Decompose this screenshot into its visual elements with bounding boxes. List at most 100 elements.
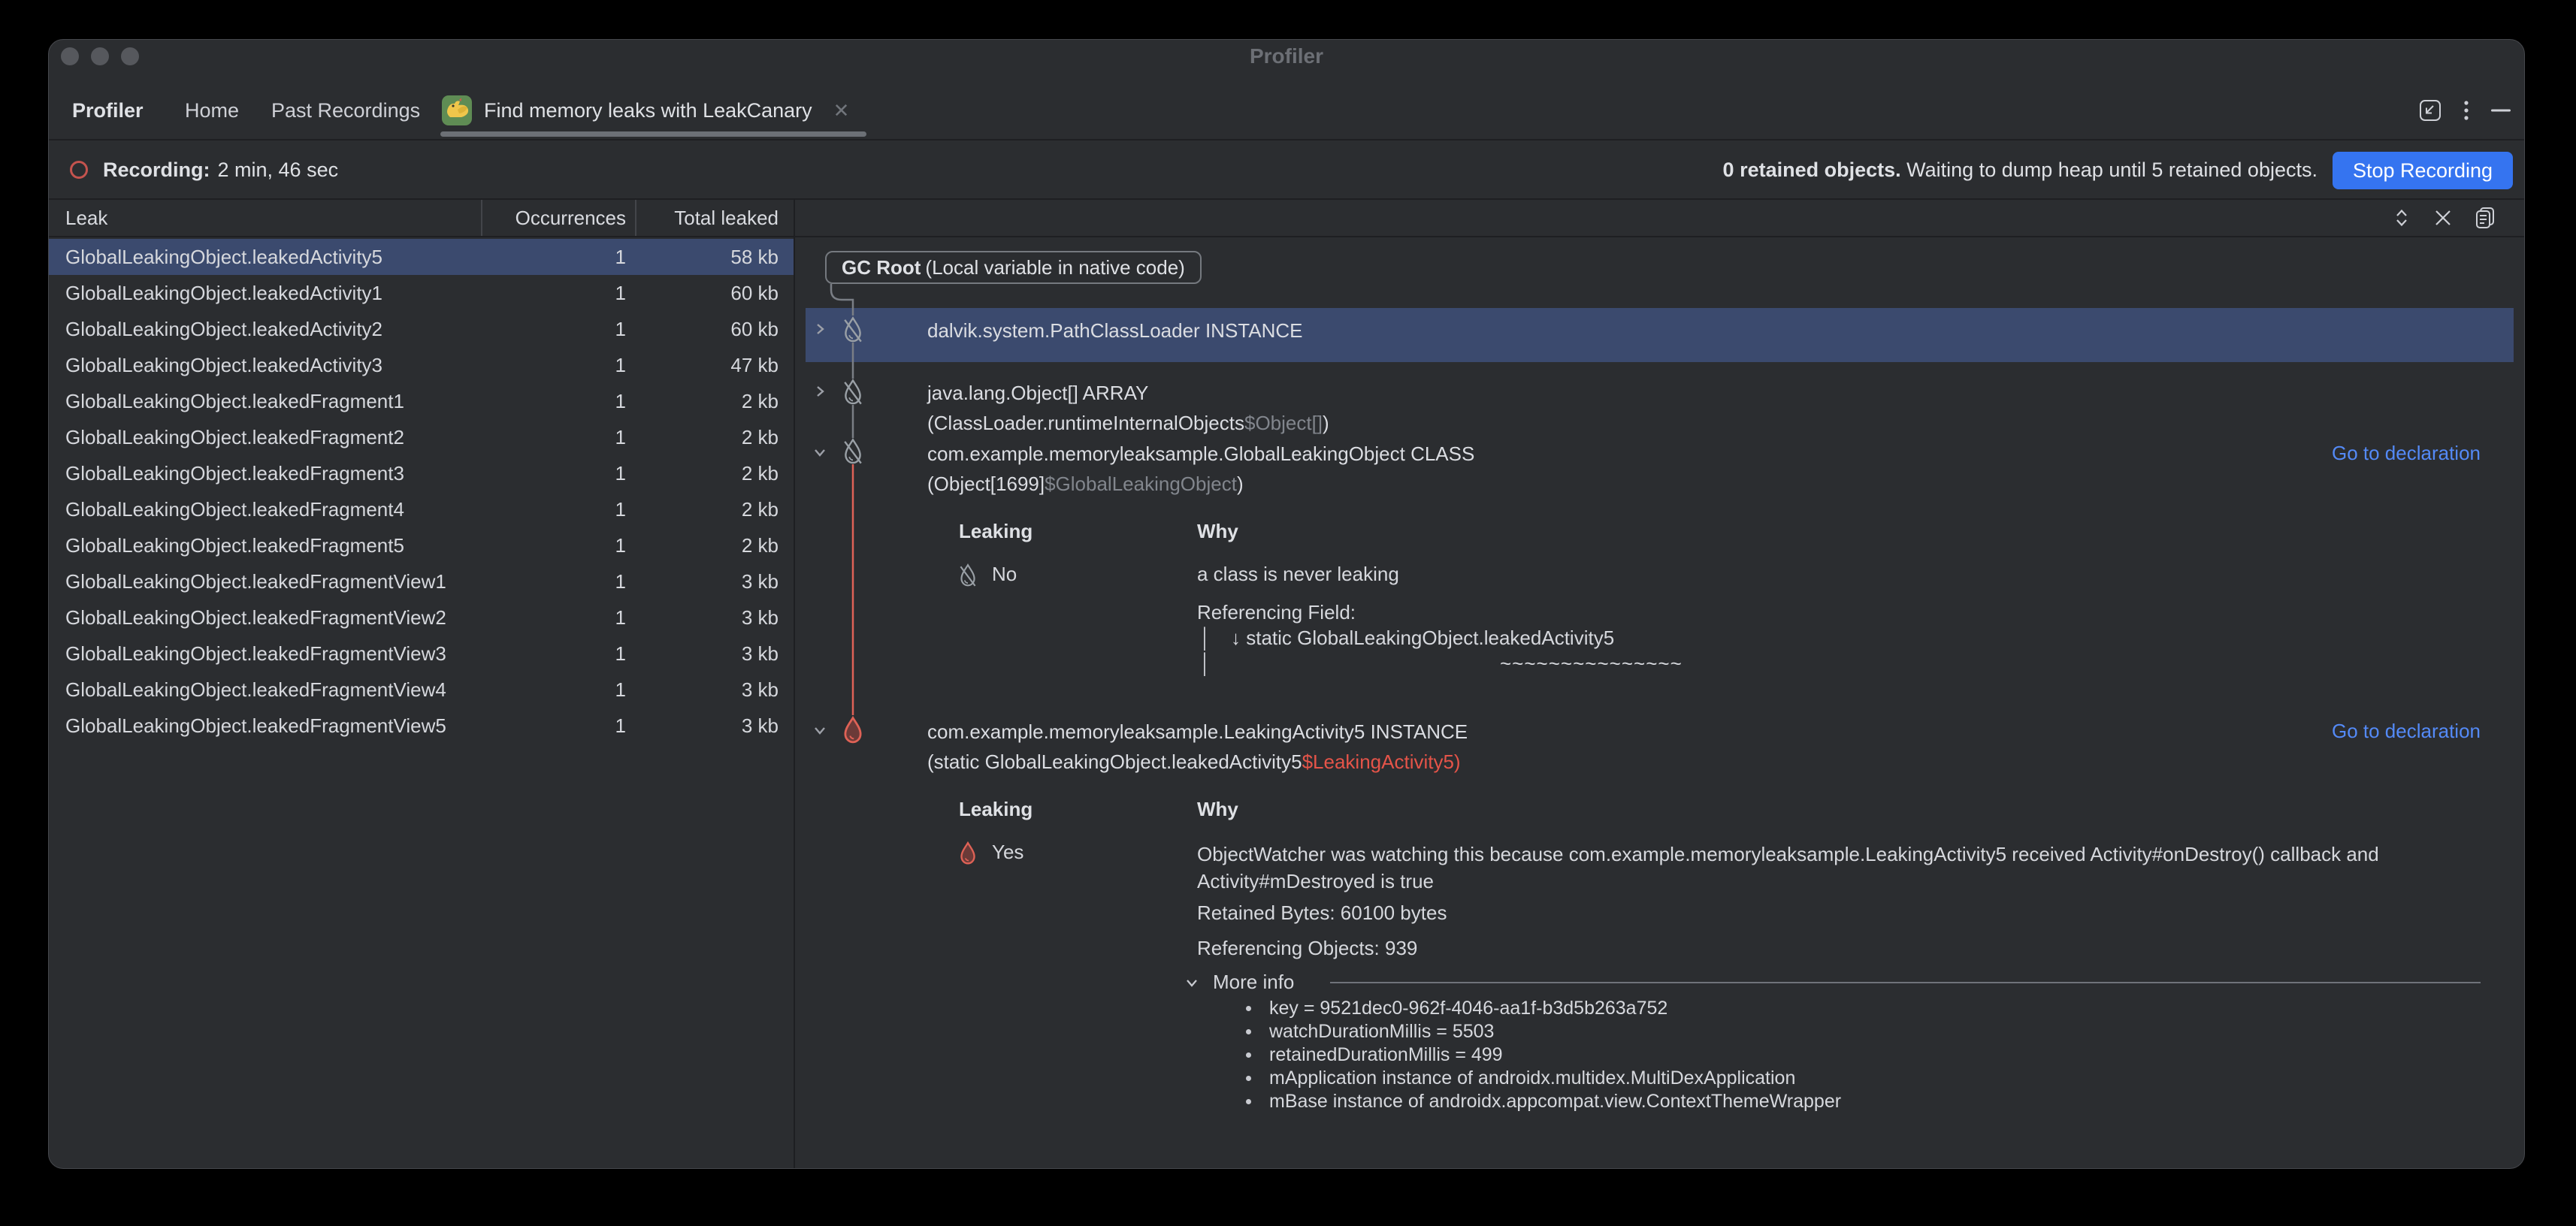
occurrences-cell: 1 [481, 282, 635, 305]
trace-node[interactable]: dalvik.system.PathClassLoader INSTANCE [927, 319, 1302, 343]
why-header: Why [1197, 520, 1238, 543]
leaking-icon [957, 841, 978, 865]
table-row[interactable]: GlobalLeakingObject.leakedFragment5 1 2 … [49, 527, 794, 563]
table-row[interactable]: GlobalLeakingObject.leakedActivity2 1 60… [49, 311, 794, 347]
leaking-icon [840, 716, 866, 744]
more-info-item: retainedDurationMillis = 499 [1246, 1043, 1841, 1067]
active-tab-indicator [440, 131, 866, 137]
bullet-icon [1246, 1099, 1251, 1104]
leak-name-cell: GlobalLeakingObject.leakedFragmentView2 [49, 606, 481, 630]
trace-node-reference: (Object[1699]$GlobalLeakingObject) [927, 469, 1474, 499]
table-row[interactable]: GlobalLeakingObject.leakedFragmentView4 … [49, 672, 794, 708]
occurrences-cell: 1 [481, 354, 635, 377]
expander-expanded-icon[interactable] [812, 445, 827, 460]
profiler-window: Profiler Profiler Home Past Recordings F… [48, 39, 2525, 1169]
table-row[interactable]: GlobalLeakingObject.leakedFragmentView5 … [49, 708, 794, 744]
go-to-declaration-link[interactable]: Go to declaration [2332, 720, 2481, 743]
stop-recording-button[interactable]: Stop Recording [2333, 152, 2513, 189]
table-row[interactable]: GlobalLeakingObject.leakedFragment4 1 2 … [49, 491, 794, 527]
leaking-header: Leaking [959, 798, 1033, 821]
referencing-field-underline: │ ~~~~~~~~~~~~~~~ [1199, 652, 1683, 678]
leaking-value: No [992, 563, 1017, 586]
expander-expanded-icon[interactable] [812, 723, 827, 738]
expander-collapsed-icon[interactable] [812, 384, 827, 399]
more-info-expander-icon[interactable] [1184, 975, 1199, 990]
table-row[interactable]: GlobalLeakingObject.leakedActivity3 1 47… [49, 347, 794, 383]
recording-label: Recording: 2 min, 46 sec [103, 142, 338, 198]
leak-name-cell: GlobalLeakingObject.leakedActivity2 [49, 318, 481, 341]
tab-close-icon[interactable]: ✕ [833, 99, 850, 122]
retained-bytes: Retained Bytes: 60100 bytes [1197, 901, 1447, 925]
tab-home[interactable]: Home [185, 82, 239, 139]
bullet-icon [1246, 1006, 1251, 1011]
referencing-field-label: Referencing Field: [1197, 601, 1356, 624]
why-value: a class is never leaking [1197, 563, 1399, 586]
trace-node-title: java.lang.Object[] ARRAY [927, 378, 1329, 408]
bullet-icon [1246, 1076, 1251, 1081]
total-leaked-cell: 3 kb [635, 642, 794, 666]
recording-bar: Recording: 2 min, 46 sec 0 retained obje… [49, 142, 2524, 200]
retained-status: 0 retained objects. Waiting to dump heap… [1723, 142, 2317, 198]
leakcanary-icon [440, 94, 473, 127]
bullet-icon [1246, 1052, 1251, 1058]
occurrences-cell: 1 [481, 426, 635, 449]
total-leaked-cell: 58 kb [635, 246, 794, 269]
more-info-item: key = 9521dec0-962f-4046-aa1f-b3d5b263a7… [1246, 997, 1841, 1020]
recording-elapsed: 2 min, 46 sec [218, 159, 339, 182]
expander-collapsed-icon[interactable] [812, 322, 827, 337]
occurrences-cell: 1 [481, 606, 635, 630]
total-leaked-cell: 47 kb [635, 354, 794, 377]
go-to-declaration-link[interactable]: Go to declaration [2332, 442, 2481, 465]
why-value: ObjectWatcher was watching this because … [1197, 841, 2475, 895]
table-row[interactable]: GlobalLeakingObject.leakedFragmentView3 … [49, 636, 794, 672]
recording-indicator-icon [70, 161, 88, 179]
tab-past-recordings[interactable]: Past Recordings [271, 82, 420, 139]
leak-name-cell: GlobalLeakingObject.leakedFragment4 [49, 498, 481, 521]
tab-leakcanary[interactable]: Find memory leaks with LeakCanary ✕ [440, 82, 849, 139]
minimize-icon[interactable] [2490, 98, 2512, 123]
column-header-occurrences[interactable]: Occurrences [481, 200, 635, 236]
trace-node[interactable]: java.lang.Object[] ARRAY (ClassLoader.ru… [927, 378, 1329, 438]
referencing-objects: Referencing Objects: 939 [1197, 937, 1417, 960]
table-row[interactable]: GlobalLeakingObject.leakedFragment3 1 2 … [49, 455, 794, 491]
more-info-item: watchDurationMillis = 5503 [1246, 1020, 1841, 1043]
table-row[interactable]: GlobalLeakingObject.leakedFragmentView2 … [49, 599, 794, 636]
table-row[interactable]: GlobalLeakingObject.leakedFragment1 1 2 … [49, 383, 794, 419]
trace-node[interactable]: com.example.memoryleaksample.GlobalLeaki… [927, 439, 1474, 499]
leak-name-cell: GlobalLeakingObject.leakedActivity1 [49, 282, 481, 305]
trace-node-reference: (ClassLoader.runtimeInternalObjects$Obje… [927, 408, 1329, 438]
total-leaked-cell: 3 kb [635, 606, 794, 630]
total-leaked-cell: 2 kb [635, 534, 794, 557]
more-info-item: mBase instance of androidx.appcompat.vie… [1246, 1090, 1841, 1113]
recording-label-bold: Recording: [103, 159, 210, 182]
leaking-header: Leaking [959, 520, 1033, 543]
more-info-label[interactable]: More info [1213, 971, 1294, 994]
leak-name-cell: GlobalLeakingObject.leakedFragment5 [49, 534, 481, 557]
referencing-field-line: │ ↓ static GlobalLeakingObject.leakedAct… [1199, 627, 1614, 652]
total-leaked-cell: 60 kb [635, 318, 794, 341]
bullet-icon [1246, 1029, 1251, 1034]
not-leaking-icon [841, 379, 865, 406]
column-header-leak[interactable]: Leak [49, 200, 481, 236]
occurrences-cell: 1 [481, 642, 635, 666]
table-row[interactable]: GlobalLeakingObject.leakedActivity1 1 60… [49, 275, 794, 311]
gc-root-kind: (Local variable in native code) [925, 256, 1184, 279]
column-header-total-leaked[interactable]: Total leaked [635, 200, 794, 236]
window-controls [2417, 82, 2512, 139]
window-title: Profiler [49, 44, 2524, 68]
more-info-item: mApplication instance of androidx.multid… [1246, 1067, 1841, 1090]
leaking-value: Yes [992, 841, 1023, 864]
trace-node[interactable]: com.example.memoryleaksample.LeakingActi… [927, 717, 1468, 777]
tool-window-label: Profiler [72, 82, 144, 139]
total-leaked-cell: 2 kb [635, 390, 794, 413]
table-row[interactable]: GlobalLeakingObject.leakedFragmentView1 … [49, 563, 794, 599]
not-leaking-icon [841, 316, 865, 343]
table-row[interactable]: GlobalLeakingObject.leakedFragment2 1 2 … [49, 419, 794, 455]
trace-node-title: com.example.memoryleaksample.LeakingActi… [927, 717, 1468, 747]
more-options-icon[interactable] [2463, 98, 2470, 123]
table-row[interactable]: GlobalLeakingObject.leakedActivity5 1 58… [49, 239, 794, 275]
leak-name-cell: GlobalLeakingObject.leakedFragment2 [49, 426, 481, 449]
leak-table: GlobalLeakingObject.leakedActivity5 1 58… [49, 239, 794, 744]
dock-window-icon[interactable] [2417, 98, 2443, 123]
retained-status-rest: Waiting to dump heap until 5 retained ob… [1906, 159, 2317, 182]
